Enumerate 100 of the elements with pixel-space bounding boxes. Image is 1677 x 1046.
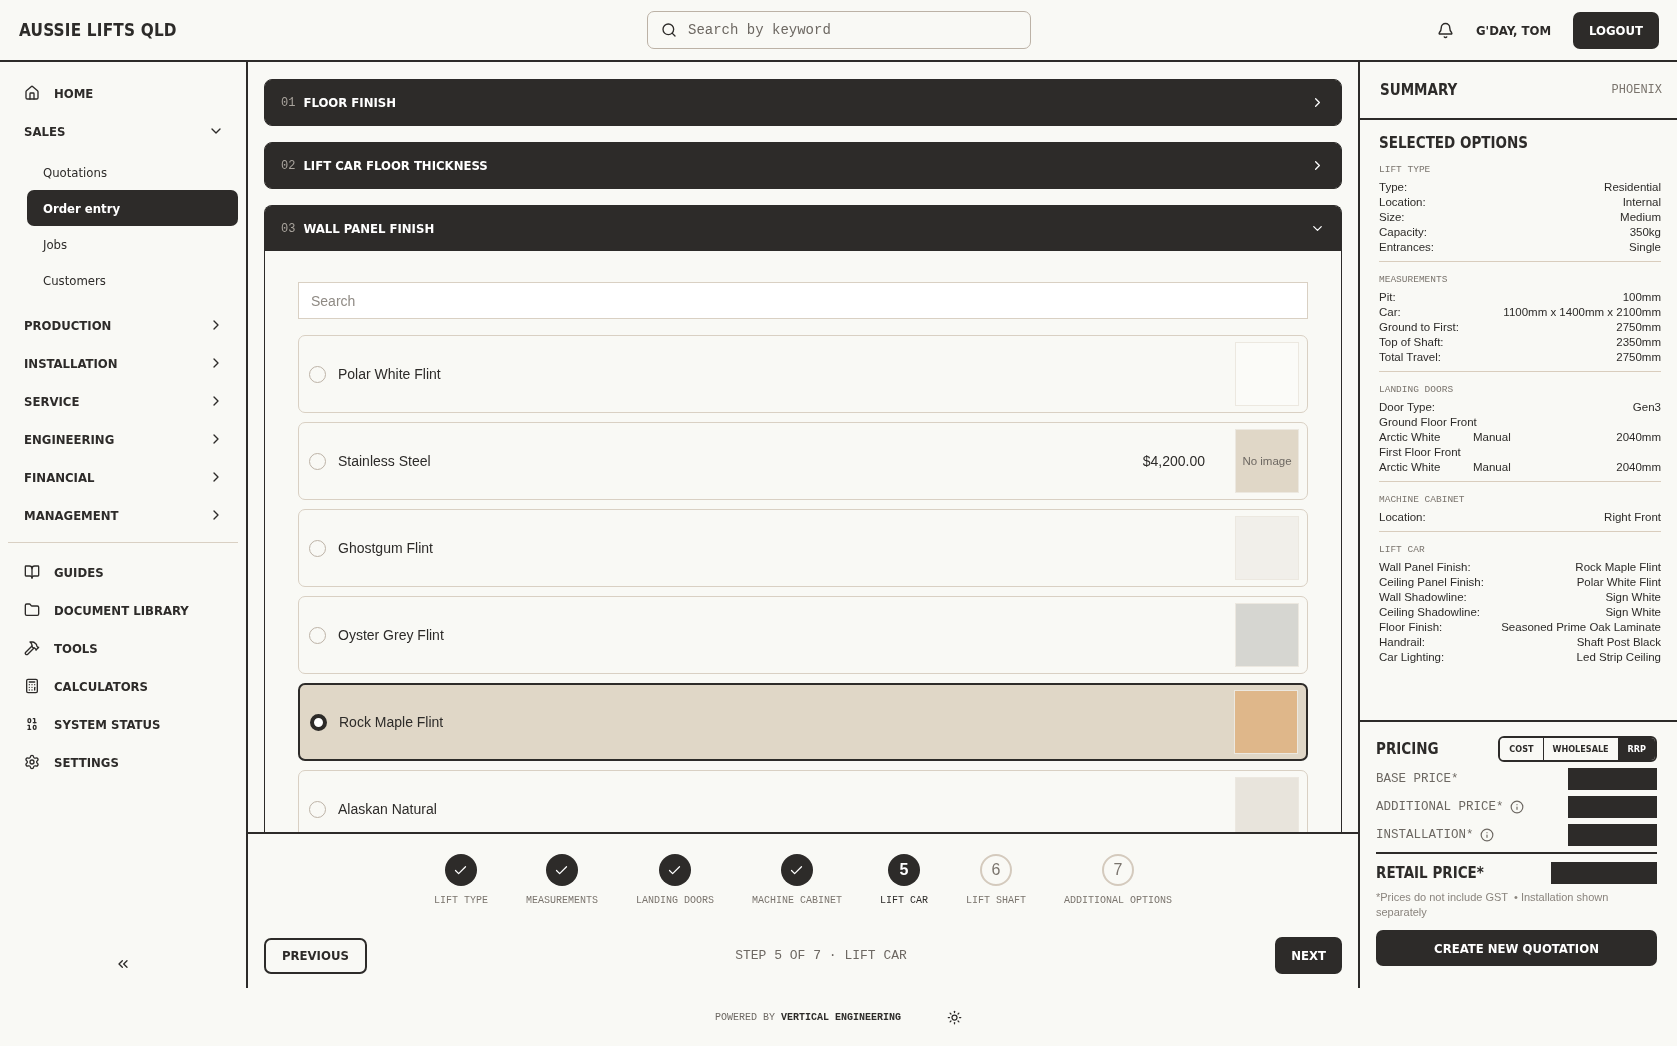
user-greeting: G'DAY, TOM: [1475, 22, 1552, 38]
price-label: ADDITIONAL PRICE*: [1376, 800, 1524, 814]
summary-value: Sign White: [1604, 590, 1661, 605]
section-title: WALL PANEL FINISH: [303, 221, 436, 236]
summary-label: Arctic White: [1379, 430, 1442, 445]
nav-item[interactable]: SYSTEM STATUS: [8, 705, 238, 743]
section-title: SELECTED OPTIONS: [1379, 134, 1530, 152]
step-indicator: 7: [1102, 854, 1135, 886]
nav-subitem[interactable]: Customers: [27, 262, 238, 298]
nav-item[interactable]: ENGINEERING: [8, 420, 238, 458]
summary-value: 350kg: [1628, 225, 1661, 240]
nav-item[interactable]: SETTINGS: [8, 743, 238, 781]
notification-icon[interactable]: [1436, 21, 1454, 39]
section-number: 02: [281, 158, 296, 173]
nav-subitem[interactable]: Order entry: [27, 190, 238, 226]
summary-label: Wall Shadowline:: [1379, 590, 1467, 605]
step-indicator: 6: [980, 854, 1012, 886]
price-label: INSTALLATION*: [1376, 828, 1494, 842]
nav-item[interactable]: GUIDES: [8, 553, 238, 591]
summary-label: Capacity:: [1379, 225, 1427, 240]
summary-label: Arctic White: [1379, 460, 1442, 475]
price-mode-tab[interactable]: RRP: [1617, 738, 1655, 760]
model-name: PHOENIX: [1611, 83, 1662, 97]
group-title: MEASUREMENTS: [1379, 274, 1449, 285]
nav-item[interactable]: TOOLS: [8, 629, 238, 667]
summary-label: Location:: [1379, 510, 1426, 525]
group-title: LIFT TYPE: [1379, 164, 1432, 175]
step-indicator: 5: [888, 854, 920, 886]
nav-item[interactable]: FINANCIAL: [8, 458, 238, 496]
summary-value: Shaft Post Black: [1575, 635, 1661, 650]
section-title: LIFT CAR FLOOR THICKNESS: [303, 158, 489, 173]
summary-value: Led Strip Ceiling: [1575, 650, 1661, 665]
nav-subitem[interactable]: Quotations: [27, 154, 238, 190]
step-label: MACHINE CABINET: [752, 895, 842, 906]
nav-item[interactable]: SERVICE: [8, 382, 238, 420]
option-card[interactable]: Oyster Grey Flint: [298, 596, 1308, 674]
summary-value: Manual: [1473, 460, 1512, 475]
next-button[interactable]: NEXT: [1275, 937, 1342, 974]
summary-value: Rock Maple Flint: [1574, 560, 1661, 575]
option-name: Rock Maple Flint: [339, 714, 445, 730]
nav-subitem[interactable]: Jobs: [27, 226, 238, 262]
search-field[interactable]: Search by keyword: [647, 11, 1031, 49]
nav-item[interactable]: CALCULATORS: [8, 667, 238, 705]
nav-item[interactable]: SALES: [8, 112, 238, 150]
nav-item[interactable]: PRODUCTION: [8, 306, 238, 344]
nav-item[interactable]: INSTALLATION: [8, 344, 238, 382]
group-title: LANDING DOORS: [1379, 384, 1455, 395]
group-title: LIFT CAR: [1379, 544, 1426, 555]
summary-label: Ceiling Shadowline:: [1379, 605, 1480, 620]
summary-value: Gen3: [1631, 400, 1661, 415]
summary-title: SUMMARY: [1380, 81, 1458, 99]
option-price: $4,200.00: [1142, 453, 1205, 469]
previous-button[interactable]: PREVIOUS: [264, 937, 367, 974]
summary-label: Location:: [1379, 195, 1426, 210]
summary-value: Right Front: [1603, 510, 1661, 525]
image-placeholder: No image: [1235, 429, 1299, 493]
option-card[interactable]: Stainless Steel $4,200.00 No image: [298, 422, 1308, 500]
search-icon: [661, 22, 677, 38]
book-icon: [24, 564, 40, 580]
summary-value: Internal: [1621, 195, 1661, 210]
settings-icon: [24, 754, 40, 770]
info-icon[interactable]: [1479, 828, 1494, 842]
search-field[interactable]: Search: [298, 282, 1308, 319]
step-label: LANDING DOORS: [635, 895, 714, 906]
option-name: Polar White Flint: [338, 366, 442, 382]
theme-toggle-icon[interactable]: [947, 1009, 962, 1025]
accordion-header[interactable]: 02 LIFT CAR FLOOR THICKNESS: [265, 143, 1341, 188]
summary-label: Pit:: [1379, 290, 1396, 305]
radio-button[interactable]: [310, 713, 327, 731]
price-label: BASE PRICE*: [1376, 772, 1459, 786]
summary-label: Wall Panel Finish:: [1379, 560, 1471, 575]
nav-item[interactable]: DOCUMENT LIBRARY: [8, 591, 238, 629]
step-label: LIFT CAR: [880, 895, 928, 906]
create-quotation-button[interactable]: CREATE NEW QUOTATION: [1376, 930, 1657, 966]
nav-item[interactable]: HOME: [8, 74, 238, 112]
summary-value: 2350mm: [1615, 335, 1661, 350]
summary-value: 2750mm: [1615, 320, 1661, 335]
summary-label: Ground Floor Front: [1379, 415, 1477, 430]
option-card[interactable]: Rock Maple Flint: [298, 683, 1308, 761]
step-label: LIFT SHAFT: [966, 895, 1027, 906]
credit-text: POWERED BY VERTICAL ENGINEERING: [714, 1011, 901, 1023]
option-card[interactable]: Ghostgum Flint: [298, 509, 1308, 587]
option-card[interactable]: Alaskan Natural: [298, 770, 1308, 832]
section-number: 01: [281, 95, 296, 110]
nav-item[interactable]: MANAGEMENT: [8, 496, 238, 534]
accordion-header[interactable]: 03 WALL PANEL FINISH: [265, 206, 1341, 251]
option-name: Oyster Grey Flint: [338, 627, 445, 643]
logout-button[interactable]: LOGOUT: [1573, 11, 1659, 49]
summary-value: 2750mm: [1615, 350, 1661, 365]
summary-label: Type:: [1379, 180, 1408, 195]
summary-label: First Floor Front: [1379, 445, 1461, 460]
option-card[interactable]: Polar White Flint: [298, 335, 1308, 413]
group-title: MACHINE CABINET: [1379, 494, 1466, 505]
accordion-header[interactable]: 01 FLOOR FINISH: [265, 80, 1341, 125]
summary-label: Car:: [1379, 305, 1401, 320]
summary-label: Floor Finish:: [1379, 620, 1443, 635]
info-icon[interactable]: [1509, 800, 1524, 814]
hammer-icon: [24, 640, 40, 656]
total-label: RETAIL PRICE*: [1376, 864, 1484, 882]
folder-icon: [24, 602, 40, 618]
